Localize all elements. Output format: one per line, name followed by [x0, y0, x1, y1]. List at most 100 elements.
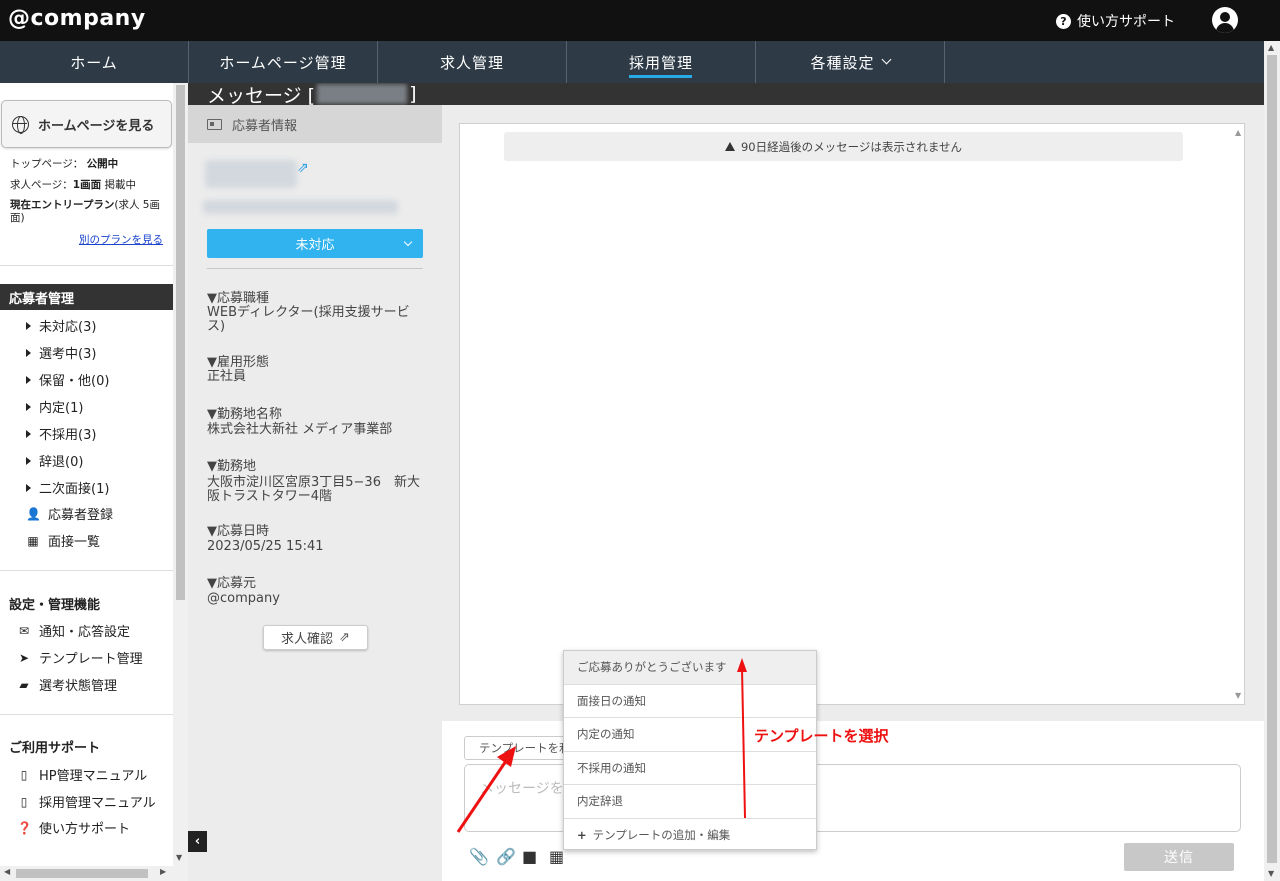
status-label: 未対応: [295, 238, 335, 253]
sidebar-vertical-scrollbar[interactable]: ▼: [173, 83, 188, 866]
sidebar-item-template-management[interactable]: ➤ テンプレート管理: [17, 648, 143, 668]
sidebar-item-offer[interactable]: 内定(1): [26, 397, 83, 416]
status-dropdown[interactable]: 未対応: [207, 229, 423, 258]
sidebar-item-unhandled[interactable]: 未対応(3): [26, 316, 96, 335]
warning-icon: [724, 142, 735, 151]
sidebar-item-usage-support[interactable]: ❓ 使い方サポート: [17, 818, 131, 838]
sidebar-item-recruitment-manual[interactable]: ▯ 採用管理マニュアル: [17, 792, 156, 812]
collapse-sidebar-button[interactable]: ‹: [188, 831, 207, 852]
scroll-up-arrow-icon[interactable]: ▲: [1268, 43, 1274, 52]
applicant-panel-header: 応募者情報: [188, 105, 442, 143]
template-option[interactable]: ご応募ありがとうございます: [564, 651, 816, 685]
field-label-workplace: ▼勤務地: [207, 459, 256, 474]
top-page-status: トップページ： 公開中: [10, 158, 118, 171]
scroll-right-arrow-icon[interactable]: ▶: [160, 867, 166, 876]
top-page-value: 公開中: [86, 158, 119, 170]
tab-job-management[interactable]: 求人管理: [378, 41, 567, 83]
retention-notice: 90日経過後のメッセージは表示されません: [504, 132, 1183, 161]
sidebar-horizontal-scrollbar[interactable]: ◀ ▶: [0, 866, 188, 881]
paper-plane-icon: ➤: [18, 650, 30, 665]
chevron-down-icon: [403, 237, 413, 247]
sidebar-item-declined[interactable]: 辞退(0): [26, 451, 83, 470]
field-label-employment-type: ▼雇用形態: [207, 355, 269, 370]
applicant-section-title: 応募者管理: [0, 284, 173, 310]
scroll-down-arrow-icon[interactable]: ▼: [1268, 869, 1274, 878]
sidebar-item-label: 選考中(3): [39, 347, 97, 362]
scroll-down-arrow-icon[interactable]: ▼: [1235, 691, 1241, 700]
template-option[interactable]: 面接日の通知: [564, 685, 816, 718]
tab-settings[interactable]: 各種設定: [756, 41, 945, 83]
calendar-icon[interactable]: ▦: [549, 847, 564, 866]
sidebar-item-label: テンプレート管理: [39, 652, 143, 667]
attach-add-icon[interactable]: 🔗: [496, 847, 516, 866]
sidebar-divider: [0, 570, 173, 571]
sidebar-item-notification-settings[interactable]: ✉ 通知・応答設定: [17, 621, 130, 641]
support-section-title: ご利用サポート: [9, 741, 101, 756]
help-link[interactable]: ? 使い方サポート: [1056, 11, 1175, 31]
job-page-label: 求人ページ：: [10, 179, 73, 191]
sidebar-item-status-management[interactable]: ▰ 選考状態管理: [17, 675, 118, 695]
scroll-down-arrow-icon[interactable]: ▼: [176, 853, 182, 862]
message-history[interactable]: [459, 123, 1245, 705]
sidebar-item-label: 不採用(3): [39, 428, 97, 443]
tab-homepage-management-label: ホームページ管理: [219, 53, 347, 72]
sidebar-divider: [0, 265, 173, 266]
sidebar-item-label: 辞退(0): [39, 455, 84, 470]
sidebar-item-interview-list[interactable]: ▦ 面接一覧: [26, 531, 100, 551]
scroll-left-arrow-icon[interactable]: ◀: [4, 867, 10, 876]
field-label-applied-date: ▼応募日時: [207, 524, 269, 539]
pdf-file-icon: ▯: [20, 794, 28, 809]
sidebar-item-second-interview[interactable]: 二次面接(1): [26, 478, 109, 497]
external-link-icon[interactable]: ⇗: [297, 160, 309, 176]
calendar-icon: ▦: [27, 533, 39, 548]
view-homepage-button[interactable]: ホームページを見る: [1, 100, 172, 148]
add-edit-template-option[interactable]: + テンプレートの追加・編集: [564, 819, 816, 853]
sidebar-divider: [0, 714, 173, 715]
field-value-employment-type: 正社員: [207, 369, 247, 384]
add-edit-template-label: テンプレートの追加・編集: [592, 828, 731, 843]
tab-settings-label: 各種設定: [810, 53, 875, 72]
tab-recruitment-management[interactable]: 採用管理: [567, 41, 756, 83]
page-vertical-scrollbar[interactable]: ▲ ▼: [1264, 41, 1280, 881]
folder-open-icon: ▰: [19, 677, 29, 692]
redacted-applicant-detail: [203, 200, 398, 214]
company-logo[interactable]: @company: [8, 6, 146, 31]
main-nav: ホーム ホームページ管理 求人管理 採用管理 各種設定: [0, 41, 1264, 83]
field-value-workplace: 大阪市淀川区宮原3丁目5−36 新大阪トラストタワー4階: [207, 475, 420, 504]
top-page-label: トップページ：: [10, 158, 84, 170]
scrollbar-thumb[interactable]: [1267, 55, 1277, 863]
sidebar-item-register-applicant[interactable]: 👤 応募者登録: [26, 504, 113, 524]
scrollbar-thumb[interactable]: [176, 85, 185, 600]
scroll-up-arrow-icon[interactable]: ▲: [1235, 128, 1241, 137]
other-plans-link[interactable]: 別のプランを見る: [79, 232, 163, 247]
sidebar-item-hp-manual[interactable]: ▯ HP管理マニュアル: [17, 765, 148, 785]
sidebar-item-label: 使い方サポート: [39, 822, 131, 837]
globe-icon: [12, 115, 29, 134]
template-select[interactable]: テンプレートを利用: [464, 736, 574, 760]
paperclip-icon[interactable]: 📎: [469, 847, 489, 866]
template-dropdown: ご応募ありがとうございます 面接日の通知 内定の通知 不採用の通知 内定辞退 +…: [563, 650, 817, 850]
id-card-icon: [207, 118, 222, 130]
user-plus-icon: 👤: [26, 506, 41, 521]
tab-home[interactable]: ホーム: [0, 41, 189, 83]
sidebar-item-label: 選考状態管理: [39, 679, 118, 694]
sidebar-item-screening[interactable]: 選考中(3): [26, 343, 96, 362]
chevron-left-icon: ‹: [194, 834, 201, 849]
settings-section-title: 設定・管理機能: [9, 598, 101, 613]
field-label-workplace-name: ▼勤務地名称: [207, 407, 282, 422]
scrollbar-thumb[interactable]: [16, 869, 148, 878]
template-option[interactable]: 不採用の通知: [564, 752, 816, 785]
plus-icon: +: [577, 828, 587, 843]
job-check-button[interactable]: 求人確認 ⇗: [263, 625, 368, 650]
help-label: 使い方サポート: [1077, 14, 1175, 30]
send-button[interactable]: 送信: [1124, 843, 1234, 871]
sidebar-item-on-hold[interactable]: 保留・他(0): [26, 370, 109, 389]
template-option[interactable]: 内定辞退: [564, 785, 816, 819]
sidebar-item-rejected[interactable]: 不採用(3): [26, 424, 96, 443]
video-camera-icon[interactable]: ■: [522, 847, 537, 866]
user-avatar-icon[interactable]: [1212, 7, 1238, 33]
job-page-status: 求人ページ：1画面 掲載中: [10, 179, 136, 192]
tab-homepage-management[interactable]: ホームページ管理: [189, 41, 378, 83]
field-value-applied-date: 2023/05/25 15:41: [207, 539, 324, 554]
applicant-header-label: 応募者情報: [232, 118, 298, 134]
